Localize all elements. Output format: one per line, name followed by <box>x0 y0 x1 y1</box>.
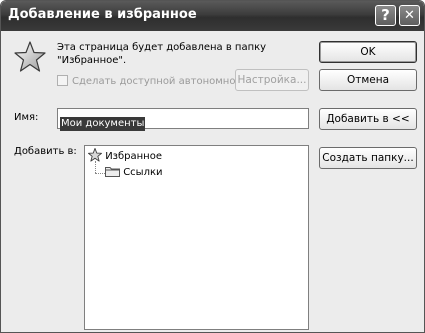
star-icon <box>88 148 102 162</box>
folder-tree[interactable]: Избранное Ссылки <box>84 145 309 330</box>
name-input-value: Мои документы <box>60 117 146 131</box>
tree-item-favorites[interactable]: Избранное <box>88 148 162 162</box>
tree-item-favorites-label: Избранное <box>105 151 162 162</box>
offline-checkbox-row[interactable]: Сделать доступной автономно <box>57 75 235 87</box>
settings-button[interactable]: Настройка... <box>235 69 309 91</box>
star-icon <box>14 41 46 72</box>
add-to-label: Добавить в: <box>14 146 77 157</box>
window-title: Добавление в избранное <box>8 7 197 22</box>
offline-checkbox[interactable] <box>57 75 68 86</box>
name-input[interactable]: Мои документы <box>57 108 309 131</box>
new-folder-button[interactable]: Создать папку... <box>319 147 417 169</box>
info-message-line1: Эта страница будет добавлена в папку <box>57 42 267 53</box>
help-button[interactable]: ? <box>375 5 396 26</box>
name-label: Имя: <box>14 112 39 123</box>
ok-button[interactable]: OK <box>319 41 417 63</box>
folder-icon <box>105 167 120 177</box>
cancel-button[interactable]: Отмена <box>319 69 417 91</box>
info-message: Эта страница будет добавлена в папку "Из… <box>57 41 266 67</box>
info-message-line2: "Избранное". <box>57 55 127 66</box>
dialog-body: Эта страница будет добавлена в папку "Из… <box>1 31 424 332</box>
add-to-button[interactable]: Добавить в << <box>319 108 417 130</box>
offline-checkbox-label: Сделать доступной автономно <box>72 76 236 87</box>
close-button[interactable]: ✕ <box>399 5 420 26</box>
title-bar[interactable]: Добавление в избранное ? ✕ <box>1 1 424 31</box>
add-favorite-dialog: Добавление в избранное ? ✕ Эта страница … <box>0 0 425 333</box>
tree-connector <box>95 173 105 174</box>
tree-connector <box>95 161 96 173</box>
tree-item-links[interactable]: Ссылки <box>105 165 163 178</box>
tree-item-links-label: Ссылки <box>123 167 163 178</box>
